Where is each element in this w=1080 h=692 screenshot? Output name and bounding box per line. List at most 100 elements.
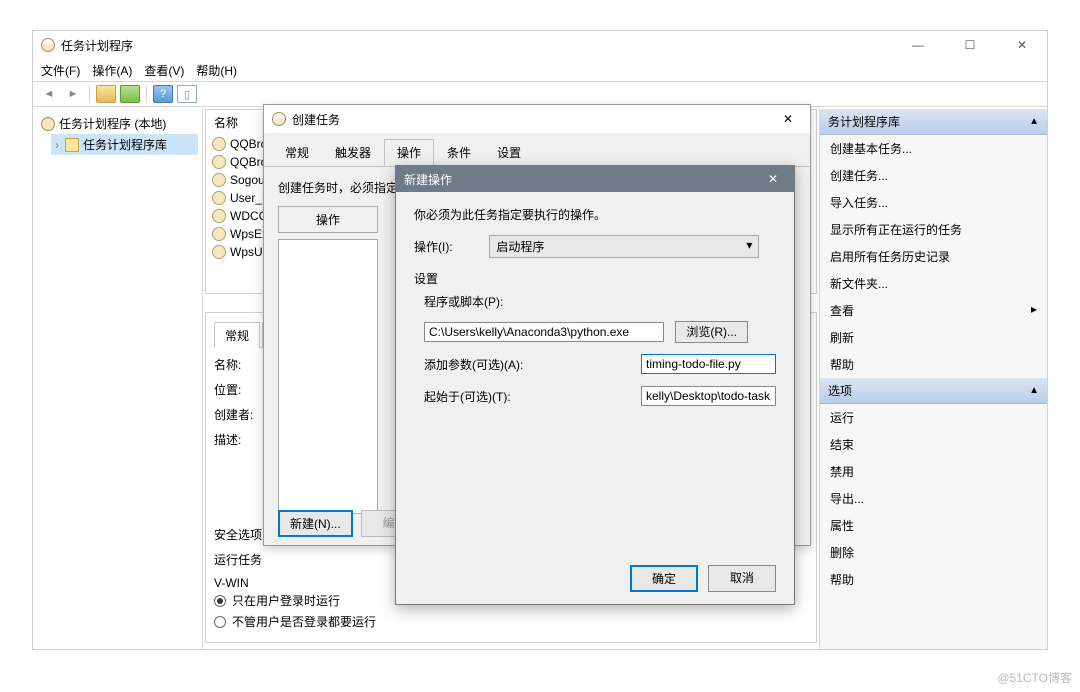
tree-library-label: 任务计划程序库: [83, 136, 167, 153]
action-delete[interactable]: 删除: [820, 539, 1047, 566]
settings-group: 设置: [414, 270, 776, 287]
action-help2[interactable]: 帮助: [820, 566, 1047, 593]
library-icon: [65, 138, 79, 152]
task-icon: [212, 155, 226, 169]
tab-general[interactable]: 常规: [272, 139, 322, 166]
script-input[interactable]: C:\Users\kelly\Anaconda3\python.exe: [424, 322, 664, 342]
action-end[interactable]: 结束: [820, 431, 1047, 458]
cancel-button[interactable]: 取消: [708, 565, 776, 592]
browse-button[interactable]: 浏览(R)...: [675, 321, 748, 343]
menubar: 文件(F) 操作(A) 查看(V) 帮助(H): [33, 59, 1047, 81]
task-icon: [212, 191, 226, 205]
actions-panel: 务计划程序库 ▲ 创建基本任务... 创建任务... 导入任务... 显示所有正在…: [819, 109, 1047, 649]
action-view[interactable]: 查看: [820, 297, 1047, 324]
action-export[interactable]: 导出...: [820, 485, 1047, 512]
minimize-button[interactable]: —: [901, 38, 935, 52]
tree-panel: 任务计划程序 (本地) › 任务计划程序库: [33, 109, 203, 649]
separator: [146, 86, 147, 102]
arguments-input[interactable]: timing-todo-file.py: [641, 354, 776, 374]
column-operation: 操作: [278, 206, 378, 233]
operation-select[interactable]: 启动程序: [489, 235, 759, 258]
tab-general[interactable]: 常规: [214, 322, 260, 348]
action-properties[interactable]: 属性: [820, 512, 1047, 539]
dialog-titlebar[interactable]: 创建任务 ✕: [264, 105, 810, 133]
label-startin: 起始于(可选)(T):: [424, 388, 633, 405]
new-operation-dialog: 新建操作 ✕ 你必须为此任务指定要执行的操作。 操作(I): 启动程序 设置 程…: [395, 165, 795, 605]
action-import[interactable]: 导入任务...: [820, 189, 1047, 216]
tree-library[interactable]: › 任务计划程序库: [51, 134, 198, 155]
action-show-running[interactable]: 显示所有正在运行的任务: [820, 216, 1047, 243]
tab-conditions[interactable]: 条件: [434, 139, 484, 166]
collapse-icon: ▲: [1029, 385, 1039, 396]
label-arguments: 添加参数(可选)(A):: [424, 356, 633, 373]
menu-help[interactable]: 帮助(H): [196, 62, 237, 79]
refresh-icon[interactable]: [120, 85, 140, 103]
label-script: 程序或脚本(P):: [424, 293, 776, 310]
select-value: 启动程序: [496, 240, 544, 254]
radio-label: 只在用户登录时运行: [232, 592, 340, 609]
separator: [89, 86, 90, 102]
label-creator: 创建者:: [214, 406, 264, 423]
run-task-label: 运行任务: [214, 551, 262, 568]
dialog-title: 创建任务: [292, 111, 340, 128]
header-label: 务计划程序库: [828, 113, 900, 130]
maximize-button[interactable]: ☐: [953, 38, 987, 52]
action-refresh[interactable]: 刷新: [820, 324, 1047, 351]
close-button[interactable]: ✕: [1005, 38, 1039, 52]
titlebar: 任务计划程序 — ☐ ✕: [33, 31, 1047, 59]
ok-button[interactable]: 确定: [630, 565, 698, 592]
operation-list[interactable]: [278, 239, 378, 514]
collapse-icon: ▲: [1029, 116, 1039, 127]
dialog-hint: 你必须为此任务指定要执行的操作。: [414, 206, 776, 223]
action-new-folder[interactable]: 新文件夹...: [820, 270, 1047, 297]
dialog-tabs: 常规 触发器 操作 条件 设置: [264, 133, 810, 167]
clock-icon: [41, 117, 55, 131]
tree-root[interactable]: 任务计划程序 (本地): [37, 113, 198, 134]
menu-view[interactable]: 查看(V): [144, 62, 184, 79]
action-disable[interactable]: 禁用: [820, 458, 1047, 485]
clock-icon: [41, 38, 55, 52]
label-operation: 操作(I):: [414, 238, 486, 255]
folder-icon[interactable]: [96, 85, 116, 103]
dialog-titlebar[interactable]: 新建操作 ✕: [396, 166, 794, 192]
window-controls: — ☐ ✕: [901, 38, 1039, 52]
tree-root-label: 任务计划程序 (本地): [59, 115, 166, 132]
tab-triggers[interactable]: 触发器: [322, 139, 384, 166]
radio-label: 不管用户是否登录都要运行: [232, 613, 376, 630]
tab-actions[interactable]: 操作: [384, 139, 434, 166]
close-button[interactable]: ✕: [760, 169, 786, 189]
menu-action[interactable]: 操作(A): [92, 62, 132, 79]
dialog-body: 你必须为此任务指定要执行的操作。 操作(I): 启动程序 设置 程序或脚本(P)…: [396, 192, 794, 432]
task-icon: [212, 137, 226, 151]
pane-icon[interactable]: ▯: [177, 85, 197, 103]
actions-header-lib[interactable]: 务计划程序库 ▲: [820, 109, 1047, 135]
clock-icon: [272, 112, 286, 126]
new-button[interactable]: 新建(N)...: [278, 510, 353, 537]
label-description: 描述:: [214, 431, 264, 448]
task-icon: [212, 173, 226, 187]
radio-icon: [214, 616, 226, 628]
task-icon: [212, 227, 226, 241]
dialog-buttons: 确定 取消: [630, 565, 776, 592]
expand-icon[interactable]: ›: [55, 138, 59, 152]
forward-icon[interactable]: ►: [63, 85, 83, 103]
action-create-task[interactable]: 创建任务...: [820, 162, 1047, 189]
action-create-basic[interactable]: 创建基本任务...: [820, 135, 1047, 162]
radio-any-user[interactable]: 不管用户是否登录都要运行: [214, 611, 808, 632]
task-name: Sogoul: [230, 173, 267, 187]
startin-input[interactable]: kelly\Desktop\todo-task: [641, 386, 776, 406]
menu-file[interactable]: 文件(F): [41, 62, 80, 79]
dialog-title: 新建操作: [404, 171, 452, 188]
watermark: @51CTO博客: [997, 669, 1072, 686]
action-help[interactable]: 帮助: [820, 351, 1047, 378]
actions-header-selected[interactable]: 选项▲: [820, 378, 1047, 404]
help-icon[interactable]: ?: [153, 85, 173, 103]
action-enable-history[interactable]: 启用所有任务历史记录: [820, 243, 1047, 270]
window-title: 任务计划程序: [61, 37, 901, 54]
back-icon[interactable]: ◄: [39, 85, 59, 103]
close-button[interactable]: ✕: [774, 112, 802, 126]
task-icon: [212, 245, 226, 259]
action-run[interactable]: 运行: [820, 404, 1047, 431]
tab-settings[interactable]: 设置: [484, 139, 534, 166]
task-icon: [212, 209, 226, 223]
